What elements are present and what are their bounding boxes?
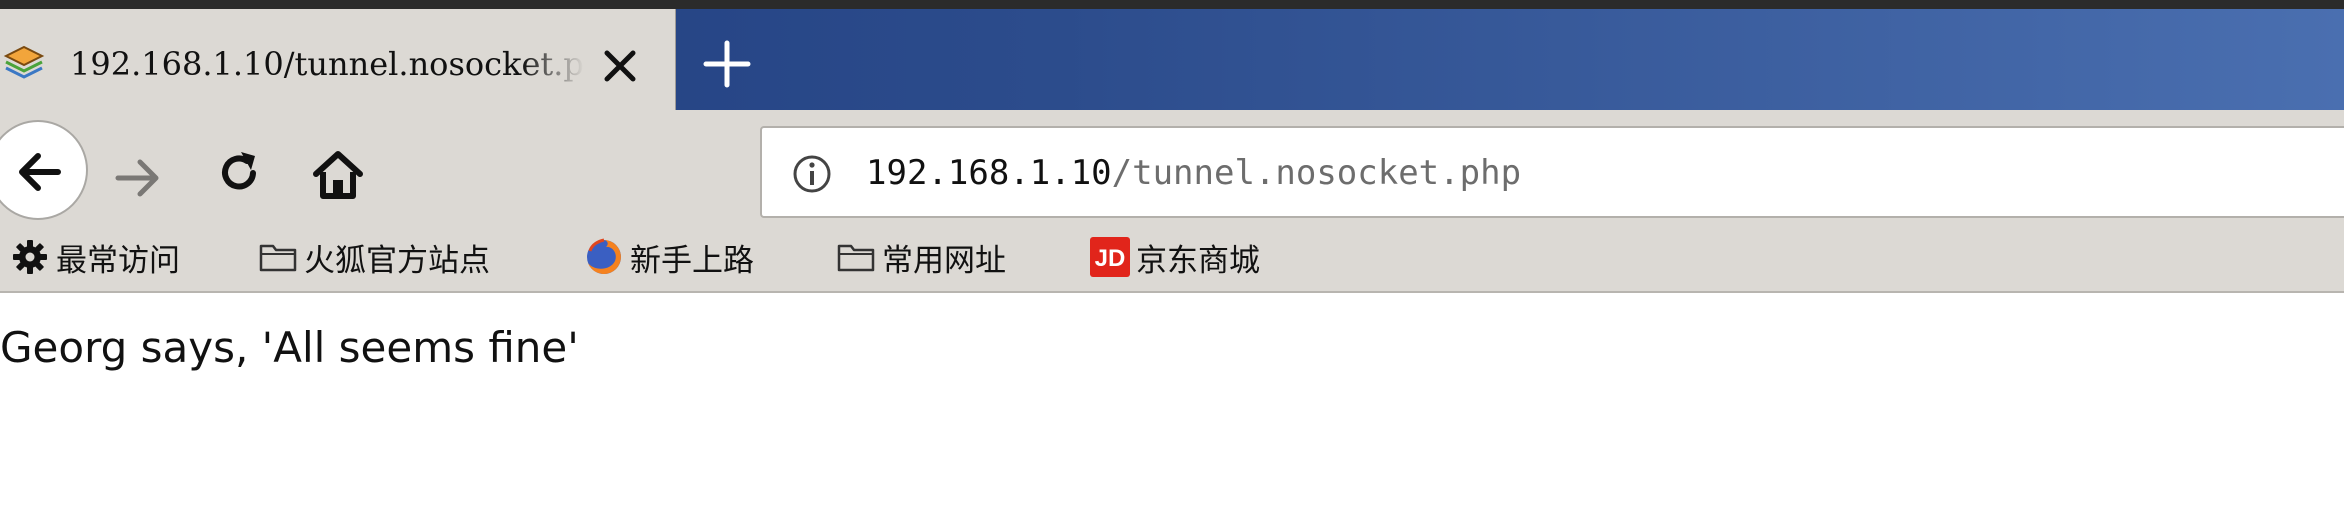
reload-icon[interactable] [213, 147, 265, 204]
firefox-icon [584, 237, 624, 277]
bookmark-label: 京东商城 [1136, 242, 1260, 279]
bookmark-getting-started[interactable]: 新手上路 [584, 233, 754, 281]
bookmarks-toolbar: 最常访问 火狐官方站点 新手上路 常用网址 JD 京东商城 [0, 225, 2344, 293]
bookmark-label: 常用网址 [882, 242, 1006, 279]
url-text[interactable]: 192.168.1.10/tunnel.nosocket.php [866, 148, 1521, 198]
tab-strip: 192.168.1.10/tunnel.nosocket.php [0, 9, 2344, 110]
navigation-toolbar: 192.168.1.10/tunnel.nosocket.php [0, 110, 2344, 225]
active-tab[interactable]: 192.168.1.10/tunnel.nosocket.php [0, 9, 676, 110]
url-host: 192.168.1.10 [866, 153, 1112, 193]
jd-logo-icon: JD [1090, 237, 1130, 277]
window-top-edge [0, 0, 2344, 9]
bookmark-label: 火狐官方站点 [304, 242, 490, 279]
url-path: /tunnel.nosocket.php [1111, 153, 1522, 193]
page-content: Georg says, 'All seems fine' [0, 293, 2344, 509]
arrow-right-icon[interactable] [110, 150, 166, 211]
close-icon[interactable] [598, 44, 642, 88]
bookmark-label: 新手上路 [630, 242, 754, 279]
address-bar[interactable]: 192.168.1.10/tunnel.nosocket.php [760, 126, 2344, 218]
tab-title: 192.168.1.10/tunnel.nosocket.php [70, 45, 584, 83]
bookmark-label: 最常访问 [56, 242, 180, 279]
plus-icon[interactable] [700, 37, 754, 91]
bookmark-jd-mall[interactable]: JD 京东商城 [1090, 233, 1260, 281]
page-body-text: Georg says, 'All seems fine' [0, 323, 579, 372]
layered-stack-icon [2, 41, 46, 85]
bookmark-firefox-sites[interactable]: 火狐官方站点 [258, 233, 490, 281]
folder-icon [258, 237, 298, 277]
gear-icon [10, 237, 50, 277]
info-icon[interactable] [790, 152, 834, 201]
bookmark-most-visited[interactable]: 最常访问 [10, 233, 180, 281]
bookmark-common-urls[interactable]: 常用网址 [836, 233, 1006, 281]
svg-text:JD: JD [1095, 245, 1126, 272]
home-icon[interactable] [310, 146, 366, 207]
folder-icon [836, 237, 876, 277]
back-button[interactable] [0, 120, 88, 220]
